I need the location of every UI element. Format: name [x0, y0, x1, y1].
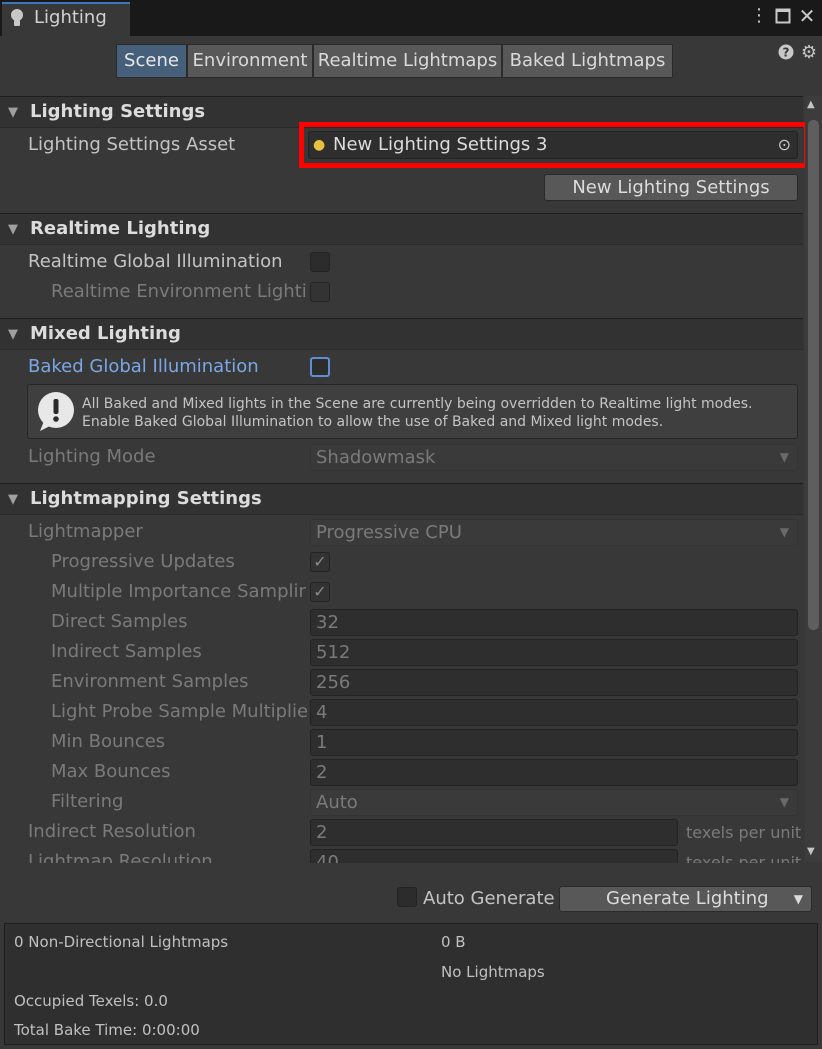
section-mixed-lighting[interactable]: ▼ Mixed Lighting	[0, 318, 803, 350]
new-lighting-settings-button[interactable]: New Lighting Settings	[544, 174, 798, 201]
filtering-dropdown[interactable]: Auto ▼	[310, 789, 798, 816]
total-bake-time: Total Bake Time: 0:00:00	[14, 1021, 200, 1039]
lightmapper-dropdown[interactable]: Progressive CPU ▼	[310, 519, 798, 546]
lightmap-resolution-field[interactable]: 40	[310, 849, 678, 863]
indirect-resolution-field[interactable]: 2	[310, 819, 678, 846]
window-title: Lighting	[34, 7, 107, 28]
direct-samples-field[interactable]: 32	[310, 609, 798, 636]
chevron-down-icon: ▼	[779, 525, 789, 539]
mis-label: Multiple Importance Sampling	[51, 581, 306, 602]
section-title: Lighting Settings	[30, 101, 206, 122]
lightmapper-label: Lightmapper	[28, 521, 143, 542]
asset-value: New Lighting Settings 3	[333, 134, 548, 155]
tab-scene[interactable]: Scene	[116, 44, 187, 78]
generate-lighting-label: Generate Lighting	[606, 888, 769, 909]
scrollbar-thumb[interactable]	[808, 120, 819, 630]
lighting-settings-asset-field[interactable]: ● New Lighting Settings 3 ⊙	[308, 131, 798, 159]
lighting-settings-icon: ●	[313, 137, 326, 153]
lightmap-size: 0 B	[441, 933, 466, 951]
lighting-mode-dropdown[interactable]: Shadowmask ▼	[310, 444, 798, 471]
texels-per-unit-label: texels per unit	[686, 853, 802, 863]
light-probe-multiplier-field[interactable]: 4	[310, 699, 798, 726]
no-lightmaps-text: No Lightmaps	[441, 963, 545, 981]
min-bounces-label: Min Bounces	[51, 731, 166, 752]
progressive-updates-label: Progressive Updates	[51, 551, 235, 572]
section-title: Lightmapping Settings	[30, 488, 262, 509]
scroll-up-icon[interactable]: ▲	[807, 99, 815, 110]
filtering-value: Auto	[316, 792, 358, 813]
mis-checkbox[interactable]: ✓	[310, 582, 330, 602]
section-realtime-lighting[interactable]: ▼ Realtime Lighting	[0, 213, 803, 245]
tab-realtime-lightmaps[interactable]: Realtime Lightmaps	[313, 44, 502, 78]
progressive-updates-checkbox[interactable]: ✓	[310, 552, 330, 572]
direct-samples-label: Direct Samples	[51, 611, 188, 632]
warning-helpbox: All Baked and Mixed lights in the Scene …	[27, 384, 798, 439]
collapse-arrow-icon[interactable]: ▼	[8, 222, 18, 237]
max-bounces-field[interactable]: 2	[310, 759, 798, 786]
chevron-down-icon: ▼	[779, 795, 789, 809]
tab-environment[interactable]: Environment	[187, 44, 313, 78]
realtime-gi-checkbox[interactable]	[310, 252, 330, 272]
lightmap-resolution-label: Lightmap Resolution	[28, 851, 213, 863]
kebab-menu-icon[interactable]: ⋮	[748, 4, 770, 28]
auto-generate-label: Auto Generate	[423, 888, 555, 909]
section-lightmapping-settings[interactable]: ▼ Lightmapping Settings	[0, 483, 803, 515]
lighting-mode-label: Lighting Mode	[28, 446, 156, 467]
scroll-down-icon[interactable]: ▼	[807, 846, 815, 857]
baked-gi-label: Baked Global Illumination	[28, 356, 259, 377]
close-icon[interactable]: ✕	[796, 4, 818, 28]
indirect-resolution-label: Indirect Resolution	[28, 821, 196, 842]
environment-samples-field[interactable]: 256	[310, 669, 798, 696]
clipped-row: Lightmap Resolution 40 texels per unit	[0, 845, 803, 863]
warning-text: All Baked and Mixed lights in the Scene …	[82, 396, 753, 430]
lightmap-count: 0 Non-Directional Lightmaps	[14, 933, 229, 951]
lighting-mode-value: Shadowmask	[316, 447, 436, 468]
lightmap-stats-panel: 0 Non-Directional Lightmaps 0 B No Light…	[4, 923, 818, 1045]
realtime-env-lighting-label: Realtime Environment Lighting	[51, 281, 306, 302]
generate-lighting-button[interactable]: Generate Lighting ▼	[559, 886, 812, 912]
collapse-arrow-icon[interactable]: ▼	[8, 105, 18, 120]
baked-gi-checkbox[interactable]	[310, 357, 330, 377]
lightbulb-icon	[11, 9, 23, 26]
lighting-settings-asset-label: Lighting Settings Asset	[28, 134, 236, 155]
chevron-down-icon: ▼	[779, 450, 789, 464]
environment-samples-label: Environment Samples	[51, 671, 249, 692]
filtering-label: Filtering	[51, 791, 124, 812]
object-picker-icon[interactable]: ⊙	[778, 132, 791, 157]
section-title: Realtime Lighting	[30, 218, 211, 239]
collapse-arrow-icon[interactable]: ▼	[8, 492, 18, 507]
auto-generate-checkbox[interactable]	[397, 887, 417, 907]
chevron-down-icon[interactable]: ▼	[794, 887, 803, 911]
light-probe-multiplier-label: Light Probe Sample Multiplier	[51, 701, 308, 722]
section-title: Mixed Lighting	[30, 323, 181, 344]
max-bounces-label: Max Bounces	[51, 761, 171, 782]
min-bounces-field[interactable]: 1	[310, 729, 798, 756]
maximize-icon[interactable]	[772, 4, 794, 28]
svg-text:?: ?	[783, 46, 790, 60]
realtime-env-lighting-checkbox[interactable]	[310, 282, 330, 302]
texels-per-unit-label: texels per unit	[686, 823, 802, 842]
help-icon[interactable]: ?	[777, 44, 795, 62]
realtime-gi-label: Realtime Global Illumination	[28, 251, 283, 272]
occupied-texels: Occupied Texels: 0.0	[14, 992, 168, 1010]
warning-icon	[38, 392, 74, 431]
collapse-arrow-icon[interactable]: ▼	[8, 327, 18, 342]
tab-baked-lightmaps[interactable]: Baked Lightmaps	[502, 44, 673, 78]
indirect-samples-field[interactable]: 512	[310, 639, 798, 666]
gear-icon[interactable]: ⚙	[800, 42, 818, 63]
lightmapper-value: Progressive CPU	[316, 522, 462, 543]
indirect-samples-label: Indirect Samples	[51, 641, 202, 662]
